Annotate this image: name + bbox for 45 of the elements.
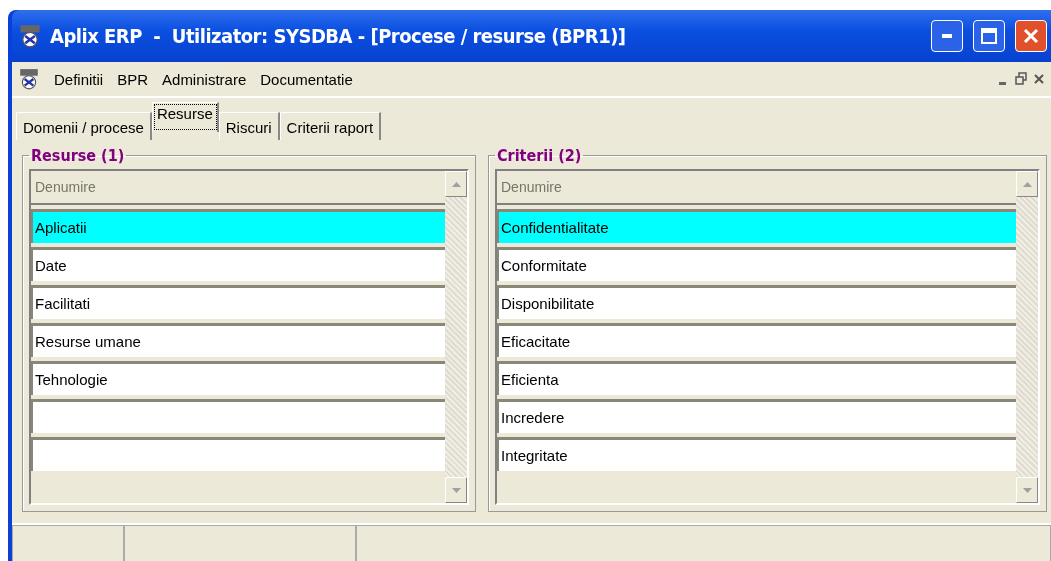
- empty-row[interactable]: [31, 437, 445, 471]
- scrollbar[interactable]: [445, 171, 467, 503]
- group-title: Criterii (2): [496, 146, 583, 165]
- close-icon[interactable]: [1033, 72, 1045, 86]
- minimize-icon: [942, 34, 952, 38]
- grid-row[interactable]: Tehnologie: [31, 361, 445, 395]
- grid-row[interactable]: Disponibilitate: [497, 285, 1016, 319]
- grid-row[interactable]: Integritate: [497, 437, 1016, 471]
- menu-item[interactable]: Definitii: [54, 70, 104, 88]
- grid-row[interactable]: Incredere: [497, 399, 1016, 433]
- empty-row[interactable]: [31, 399, 445, 433]
- scroll-down-button[interactable]: [445, 477, 467, 503]
- menu-item[interactable]: BPR: [117, 70, 149, 88]
- down-arrow-icon: [451, 487, 461, 493]
- close-icon: [1023, 28, 1039, 44]
- menu-item[interactable]: Documentatie: [260, 70, 353, 88]
- grid-row[interactable]: Date: [31, 247, 445, 281]
- up-arrow-icon: [1022, 181, 1032, 187]
- maximize-icon: [981, 28, 997, 44]
- scroll-down-button[interactable]: [1016, 477, 1038, 503]
- tab[interactable]: Riscuri: [218, 112, 280, 140]
- tab[interactable]: Domenii / procese: [16, 112, 152, 140]
- down-arrow-icon: [1022, 487, 1032, 493]
- scroll-up-button[interactable]: [445, 171, 467, 197]
- grid-row[interactable]: Eficienta: [497, 361, 1016, 395]
- scroll-up-button[interactable]: [1016, 171, 1038, 197]
- restore-icon[interactable]: [1015, 72, 1027, 86]
- grid-row[interactable]: Facilitati: [31, 285, 445, 319]
- grid-row[interactable]: Resurse umane: [31, 323, 445, 357]
- grid-row[interactable]: Aplicatii: [31, 209, 445, 243]
- grid-row[interactable]: Confidentialitate: [497, 209, 1016, 243]
- scrollbar[interactable]: [1016, 171, 1038, 503]
- grid-row[interactable]: Eficacitate: [497, 323, 1016, 357]
- tab[interactable]: Resurse: [151, 102, 219, 132]
- window-title: Aplix ERP - Utilizator: SYSDBA - [Procese / resurse (BPR1)]: [50, 24, 627, 48]
- logo-icon: [18, 68, 40, 90]
- menu-item[interactable]: Administrare: [162, 70, 247, 88]
- grid-row[interactable]: Conformitate: [497, 247, 1016, 281]
- close-button[interactable]: [1015, 20, 1047, 52]
- group-title: Resurse (1): [30, 146, 126, 165]
- maximize-button[interactable]: [973, 20, 1005, 52]
- logo-icon: [18, 24, 42, 48]
- minimize-button[interactable]: [931, 20, 963, 52]
- tab[interactable]: Criterii raport: [279, 112, 382, 140]
- up-arrow-icon: [451, 181, 461, 187]
